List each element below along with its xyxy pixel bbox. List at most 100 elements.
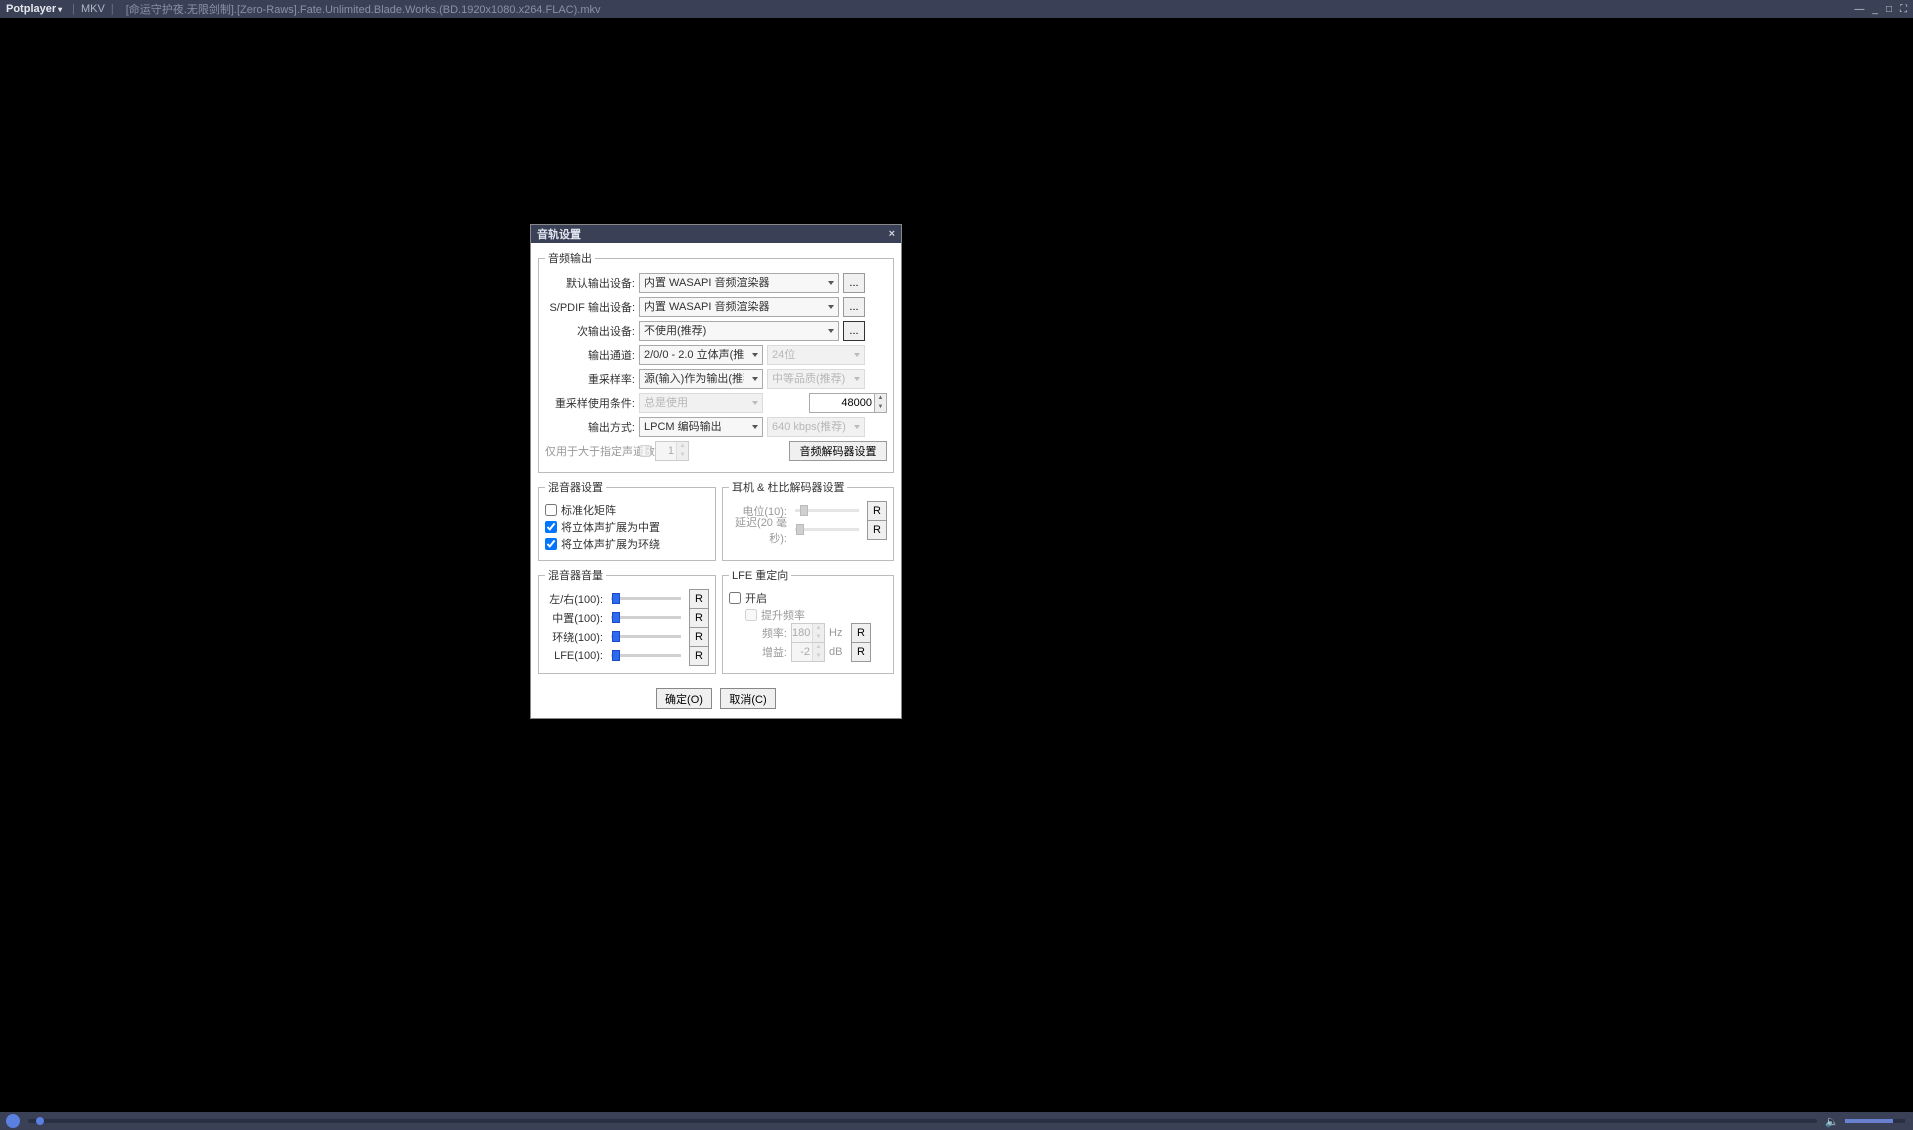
minimize-button[interactable]: _ bbox=[1872, 4, 1878, 15]
mixer-volume-group: 混音器音量 左/右(100): R 中置(100): R 环绕(100): R bbox=[538, 567, 716, 674]
expand-center-checkbox[interactable] bbox=[545, 521, 557, 533]
level-slider bbox=[795, 509, 859, 512]
fullscreen-button[interactable]: ⛶ bbox=[1900, 4, 1907, 15]
spin-up-icon: ▲ bbox=[812, 624, 824, 633]
lfe-freq-label: 频率: bbox=[729, 625, 787, 641]
app-menu[interactable]: Potplayer ▾ bbox=[6, 3, 62, 15]
status-bar: 🔈 bbox=[0, 1112, 1913, 1130]
lfe-redirect-legend: LFE 重定向 bbox=[729, 567, 791, 583]
surround-reset-button[interactable]: R bbox=[689, 627, 709, 647]
headphone-legend: 耳机 & 杜比解码器设置 bbox=[729, 479, 847, 495]
resample-quality-select: 中等品质(推荐) bbox=[767, 369, 865, 389]
spin-up-icon: ▲ bbox=[812, 643, 824, 652]
app-name-label: Potplayer bbox=[6, 3, 56, 15]
settings-icon[interactable]: — bbox=[1854, 4, 1864, 15]
lfe-reset-button[interactable]: R bbox=[689, 646, 709, 666]
chevron-down-icon: ▾ bbox=[58, 5, 62, 14]
default-device-browse-button[interactable]: ... bbox=[843, 273, 865, 293]
seek-bar[interactable] bbox=[28, 1119, 1817, 1123]
delay-slider bbox=[795, 528, 859, 531]
mixer-volume-legend: 混音器音量 bbox=[545, 567, 606, 583]
expand-surround-checkbox[interactable] bbox=[545, 538, 557, 550]
center-reset-button[interactable]: R bbox=[689, 608, 709, 628]
seek-thumb[interactable] bbox=[36, 1117, 44, 1125]
play-indicator-icon[interactable] bbox=[6, 1114, 20, 1128]
filename-label: [命运守护夜.无限剑制].[Zero-Raws].Fate.Unlimited.… bbox=[126, 1, 601, 17]
default-device-select[interactable]: 内置 WASAPI 音频渲染器 bbox=[639, 273, 839, 293]
lfe-slider[interactable] bbox=[611, 654, 681, 657]
lfe-gain-reset-button[interactable]: R bbox=[851, 642, 871, 662]
normalize-label: 标准化矩阵 bbox=[561, 502, 616, 518]
level-reset-button[interactable]: R bbox=[867, 501, 887, 521]
video-area[interactable] bbox=[0, 18, 1913, 1112]
lfe-freq-reset-button[interactable]: R bbox=[851, 623, 871, 643]
spin-down-icon: ▼ bbox=[812, 633, 824, 642]
volume-controls: 🔈 bbox=[1825, 1115, 1905, 1128]
resample-select[interactable]: 源(输入)作为输出(推荐) bbox=[639, 369, 763, 389]
audio-settings-dialog: 音轨设置 × 音频输出 默认输出设备: 内置 WASAPI 音频渲染器 ... … bbox=[530, 224, 902, 719]
cancel-button[interactable]: 取消(C) bbox=[720, 688, 776, 709]
center-slider[interactable] bbox=[611, 616, 681, 619]
center-volume-label: 中置(100): bbox=[545, 610, 603, 626]
expand-surround-label: 将立体声扩展为环绕 bbox=[561, 536, 660, 552]
lfe-freq-spinner: ▲▼ bbox=[791, 623, 825, 643]
only-more-label: 仅用于大于指定声道数 bbox=[545, 443, 635, 459]
lfe-boost-checkbox bbox=[745, 609, 757, 621]
spdif-device-browse-button[interactable]: ... bbox=[843, 297, 865, 317]
bitdepth-select: 24位 bbox=[767, 345, 865, 365]
lfe-gain-label: 增益: bbox=[729, 644, 787, 660]
dialog-titlebar[interactable]: 音轨设置 × bbox=[531, 225, 901, 243]
only-more-checkbox bbox=[639, 445, 651, 457]
lfe-freq-unit: Hz bbox=[829, 627, 847, 639]
channels-select[interactable]: 2/0/0 - 2.0 立体声(推荐) bbox=[639, 345, 763, 365]
surround-slider[interactable] bbox=[611, 635, 681, 638]
spin-down-icon: ▼ bbox=[676, 451, 688, 460]
separator: | bbox=[111, 3, 114, 15]
resample-cond-label: 重采样使用条件: bbox=[545, 395, 635, 411]
spdif-device-select[interactable]: 内置 WASAPI 音频渲染器 bbox=[639, 297, 839, 317]
lfe-redirect-group: LFE 重定向 开启 提升频率 频率: ▲▼ Hz R bbox=[722, 567, 894, 674]
lr-reset-button[interactable]: R bbox=[689, 589, 709, 609]
headphone-group: 耳机 & 杜比解码器设置 电位(10): R 延迟(20 毫秒): R bbox=[722, 479, 894, 561]
surround-volume-label: 环绕(100): bbox=[545, 629, 603, 645]
default-device-label: 默认输出设备: bbox=[545, 275, 635, 291]
normalize-checkbox[interactable] bbox=[545, 504, 557, 516]
spin-up-icon[interactable]: ▲ bbox=[874, 394, 886, 403]
lfe-enable-label: 开启 bbox=[745, 590, 767, 606]
expand-center-label: 将立体声扩展为中置 bbox=[561, 519, 660, 535]
spdif-device-label: S/PDIF 输出设备: bbox=[545, 299, 635, 315]
lfe-volume-label: LFE(100): bbox=[545, 650, 603, 662]
titlebar: Potplayer ▾ | MKV | [命运守护夜.无限剑制].[Zero-R… bbox=[0, 0, 1913, 18]
lr-slider[interactable] bbox=[611, 597, 681, 600]
lfe-gain-spinner: ▲▼ bbox=[791, 642, 825, 662]
output-mode-select[interactable]: LPCM 编码输出 bbox=[639, 417, 763, 437]
decoder-settings-button[interactable]: 音频解码器设置 bbox=[789, 441, 887, 461]
close-icon[interactable]: × bbox=[889, 228, 895, 240]
spin-up-icon: ▲ bbox=[676, 442, 688, 451]
channels-label: 输出通道: bbox=[545, 347, 635, 363]
mute-icon[interactable]: 🔈 bbox=[1825, 1115, 1839, 1128]
mixer-settings-legend: 混音器设置 bbox=[545, 479, 606, 495]
maximize-button[interactable]: □ bbox=[1886, 4, 1892, 15]
separator: | bbox=[72, 3, 75, 15]
spin-down-icon[interactable]: ▼ bbox=[874, 403, 886, 412]
window-controls: — _ □ ⛶ bbox=[1854, 4, 1907, 15]
mixer-settings-group: 混音器设置 标准化矩阵 将立体声扩展为中置 将立体声扩展为环绕 bbox=[538, 479, 716, 561]
resample-cond-select: 总是使用 bbox=[639, 393, 763, 413]
delay-reset-button[interactable]: R bbox=[867, 520, 887, 540]
only-more-spinner: ▲▼ bbox=[655, 441, 689, 461]
spin-down-icon: ▼ bbox=[812, 652, 824, 661]
ok-button[interactable]: 确定(O) bbox=[656, 688, 712, 709]
audio-output-group: 音频输出 默认输出设备: 内置 WASAPI 音频渲染器 ... S/PDIF … bbox=[538, 250, 894, 473]
secondary-device-browse-button[interactable]: ... bbox=[843, 321, 865, 341]
lfe-gain-unit: dB bbox=[829, 646, 847, 658]
lfe-enable-checkbox[interactable] bbox=[729, 592, 741, 604]
audio-output-legend: 音频输出 bbox=[545, 250, 595, 266]
secondary-device-label: 次输出设备: bbox=[545, 323, 635, 339]
delay-label: 延迟(20 毫秒): bbox=[729, 514, 787, 546]
bitrate-select: 640 kbps(推荐) bbox=[767, 417, 865, 437]
volume-slider[interactable] bbox=[1845, 1119, 1905, 1123]
secondary-device-select[interactable]: 不使用(推荐) bbox=[639, 321, 839, 341]
output-mode-label: 输出方式: bbox=[545, 419, 635, 435]
resample-rate-spinner[interactable]: ▲▼ bbox=[809, 393, 887, 413]
